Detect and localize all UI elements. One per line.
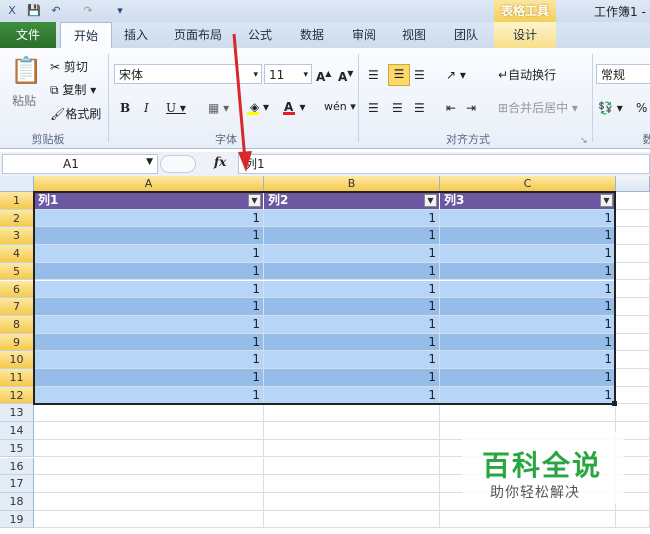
annotation-arrow-icon xyxy=(232,33,252,172)
